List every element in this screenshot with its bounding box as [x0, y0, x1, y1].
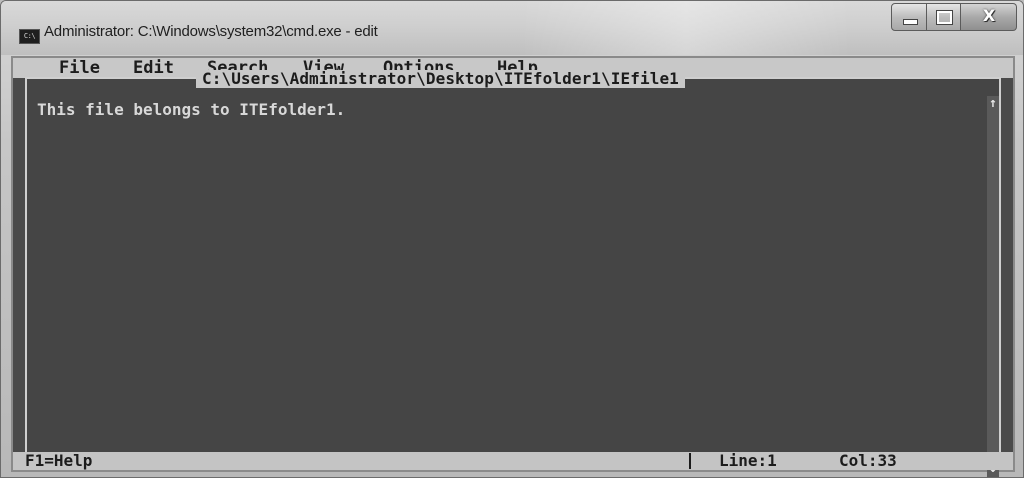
maximize-button[interactable]	[927, 3, 961, 31]
scroll-up-icon[interactable]: ↑	[987, 96, 999, 112]
menu-edit[interactable]: Edit	[133, 59, 174, 77]
status-column-number: Col:33	[839, 451, 897, 470]
console-area: File Edit Search View Options Help This …	[11, 56, 1015, 477]
window-title: Administrator: C:\Windows\system32\cmd.e…	[44, 23, 378, 40]
maximize-icon	[937, 11, 952, 24]
close-icon: X	[982, 6, 996, 25]
menu-file[interactable]: File	[59, 59, 100, 77]
vertical-scrollbar[interactable]: ↑ ↓	[987, 96, 999, 477]
file-path-title: C:\Users\Administrator\Desktop\ITEfolder…	[196, 70, 685, 88]
title-bar[interactable]: C:\ Administrator: C:\Windows\system32\c…	[1, 1, 1023, 55]
close-button[interactable]: X	[961, 3, 1017, 31]
status-bar: F1=Help Line:1 Col:33	[13, 452, 1013, 470]
status-line-number: Line:1	[719, 451, 777, 470]
status-help-hint[interactable]: F1=Help	[25, 452, 92, 470]
minimize-icon	[903, 19, 918, 25]
minimize-button[interactable]	[891, 3, 927, 31]
cmd-app-icon[interactable]: C:\	[19, 29, 40, 44]
caption-buttons: X	[891, 3, 1017, 31]
editor-text-line[interactable]: This file belongs to ITEfolder1.	[37, 101, 345, 119]
status-divider	[689, 453, 691, 469]
editor-frame[interactable]: This file belongs to ITEfolder1. ↑ ↓	[25, 77, 1001, 477]
cmd-window: C:\ Administrator: C:\Windows\system32\c…	[0, 0, 1024, 478]
